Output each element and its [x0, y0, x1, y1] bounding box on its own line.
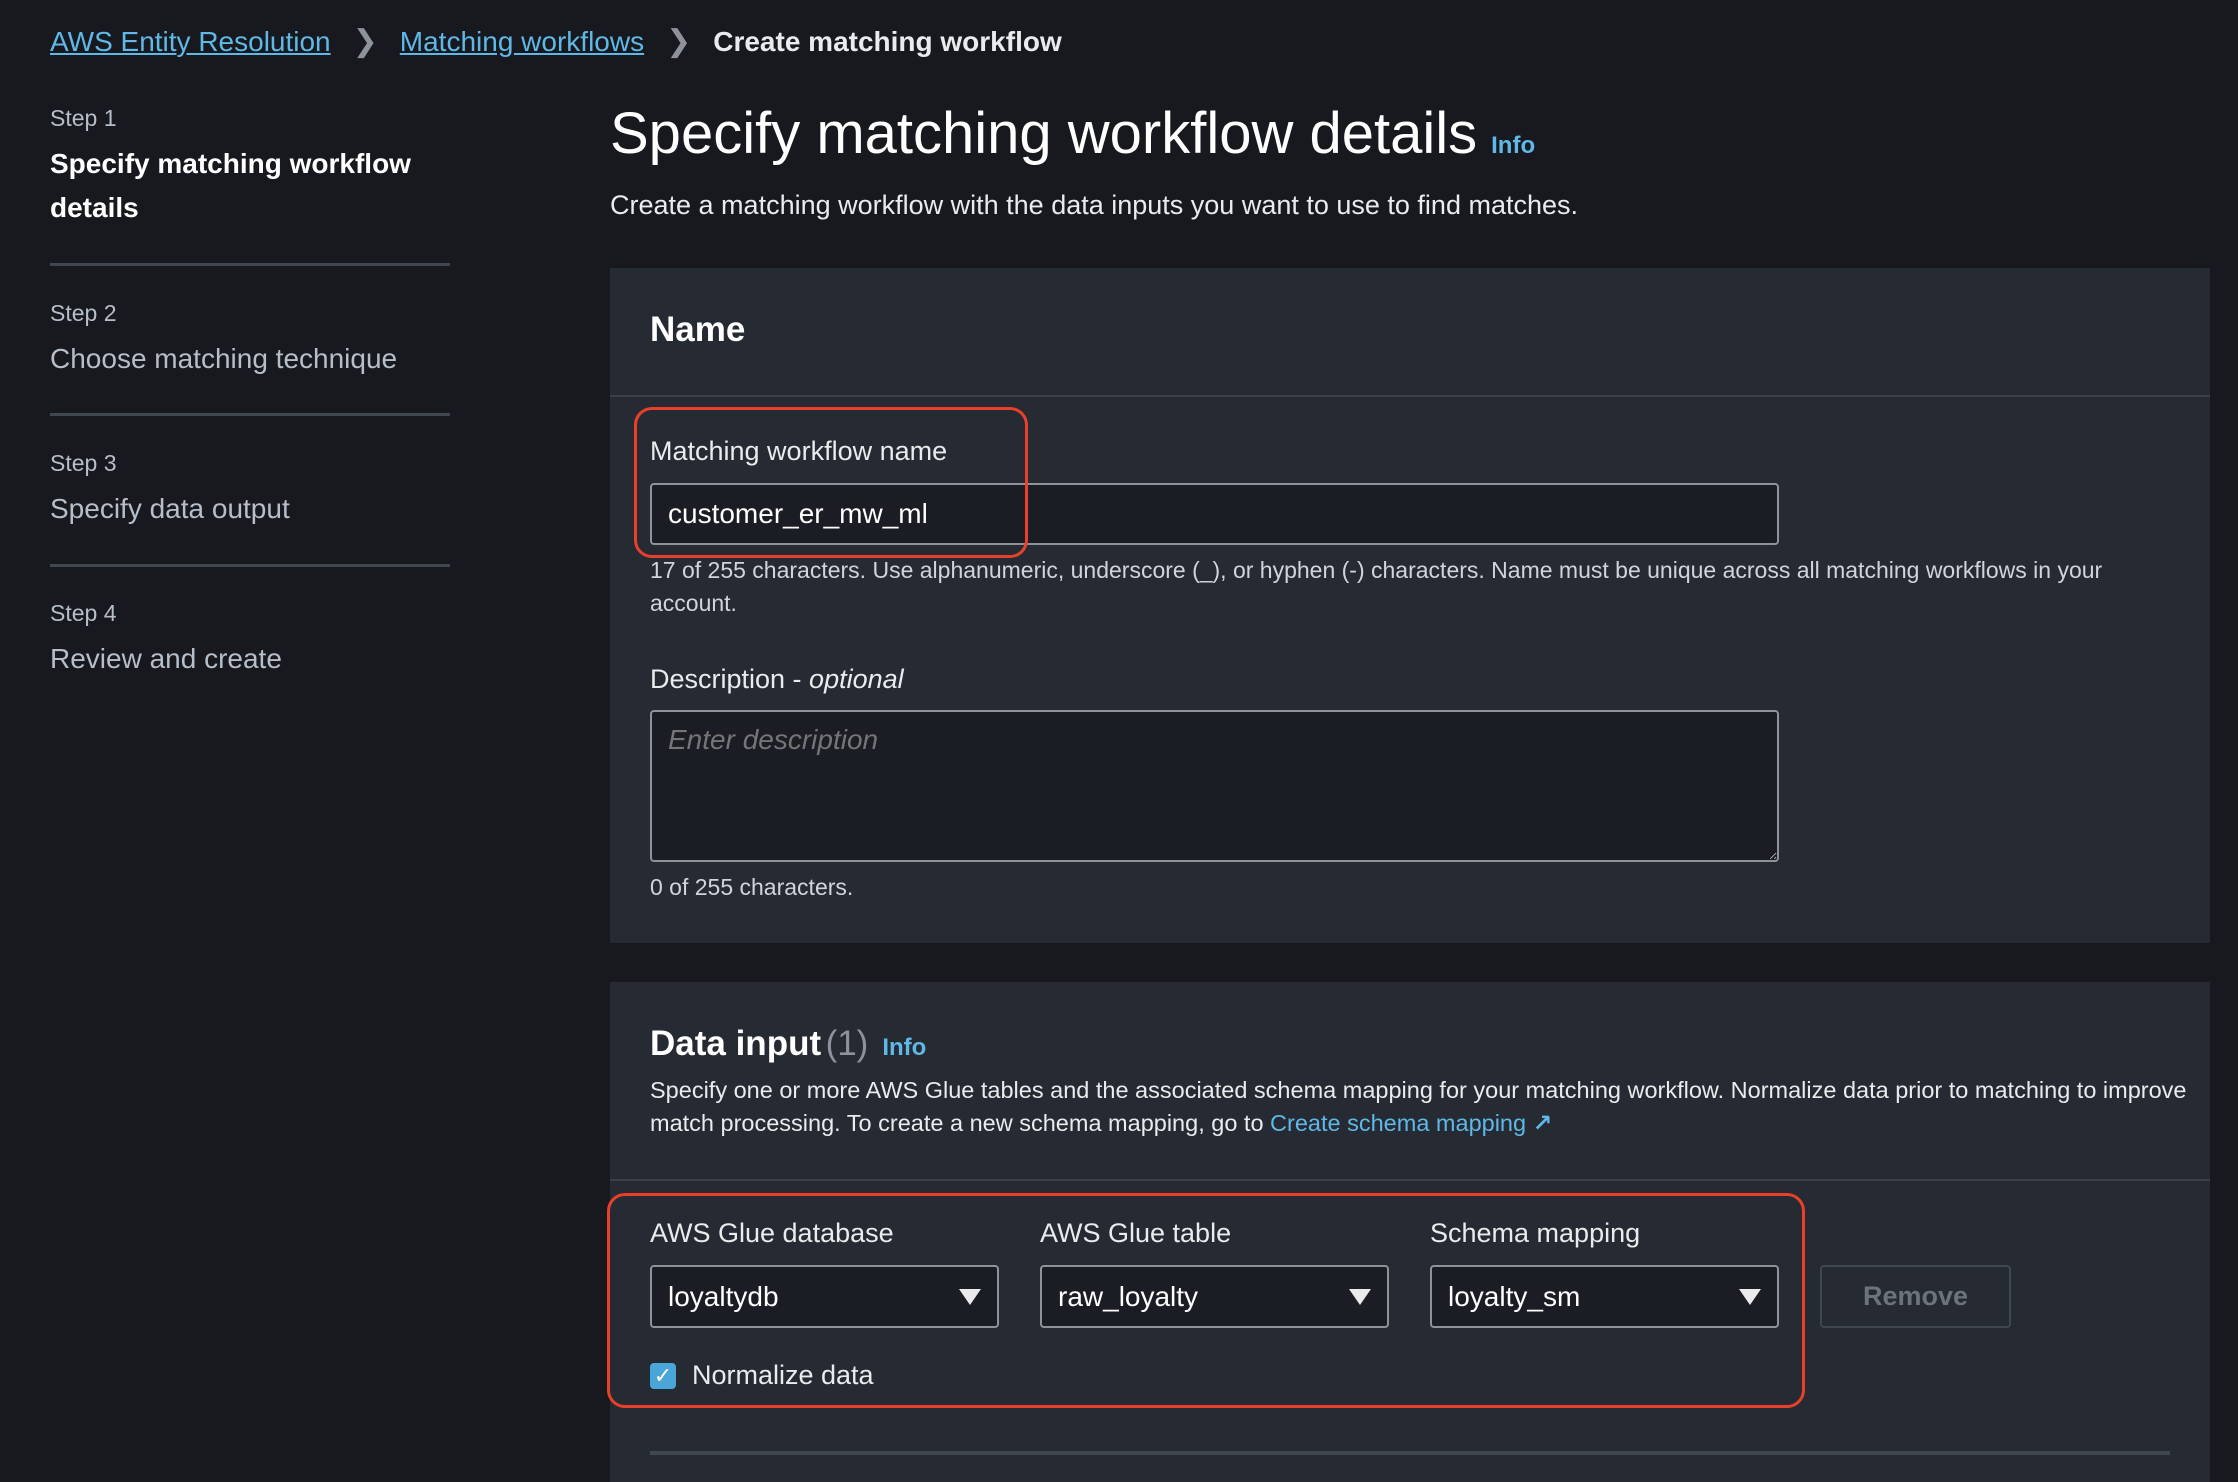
step-1[interactable]: Step 1 Specify matching workflow details [50, 105, 450, 230]
page-title: Specify matching workflow details Info [610, 101, 1536, 166]
divider [50, 263, 450, 266]
divider [610, 395, 2210, 397]
name-panel: Name Matching workflow name 17 of 255 ch… [610, 268, 2210, 943]
step-title: Specify data output [50, 493, 290, 524]
highlight-box [607, 1193, 1805, 1408]
remove-button[interactable]: Remove [1820, 1265, 2011, 1328]
step-3[interactable]: Step 3 Specify data output [50, 450, 450, 531]
divider [650, 1451, 2170, 1455]
step-number: Step 4 [50, 600, 117, 626]
name-hint: 17 of 255 characters. Use alphanumeric, … [650, 557, 2103, 616]
step-number: Step 3 [50, 450, 117, 476]
divider [50, 413, 450, 416]
data-input-description: Specify one or more AWS Glue tables and … [650, 1077, 2187, 1136]
description-label: Description - optional [650, 664, 904, 694]
chevron-right-icon: ❯ [352, 25, 378, 58]
step-number: Step 2 [50, 300, 117, 326]
create-schema-mapping-link[interactable]: Create schema mapping [1270, 1110, 1526, 1136]
external-link-icon: ↗ [1532, 1110, 1553, 1136]
chevron-right-icon: ❯ [666, 25, 692, 58]
step-title: Choose matching technique [50, 343, 398, 374]
highlight-box [634, 407, 1028, 558]
name-header: Name [650, 310, 746, 349]
breadcrumb-matching-workflows[interactable]: Matching workflows [400, 26, 644, 58]
breadcrumb: AWS Entity Resolution ❯ Matching workflo… [50, 24, 1062, 59]
description-textarea[interactable] [650, 710, 1779, 862]
description-hint: 0 of 255 characters. [650, 874, 854, 900]
step-title: Specify matching workflow details [50, 148, 411, 223]
info-link[interactable]: Info [1491, 132, 1535, 159]
step-2[interactable]: Step 2 Choose matching technique [50, 300, 450, 381]
breadcrumb-current: Create matching workflow [713, 25, 1062, 57]
breadcrumb-aws-entity-resolution[interactable]: AWS Entity Resolution [50, 26, 331, 58]
divider [610, 1179, 2210, 1181]
page-subtitle: Create a matching workflow with the data… [610, 190, 1579, 220]
data-input-header: Data input (1) Info [650, 1024, 927, 1063]
step-4[interactable]: Step 4 Review and create [50, 600, 450, 681]
step-number: Step 1 [50, 105, 117, 131]
divider [50, 564, 450, 567]
step-title: Review and create [50, 643, 282, 674]
info-link[interactable]: Info [882, 1034, 926, 1061]
